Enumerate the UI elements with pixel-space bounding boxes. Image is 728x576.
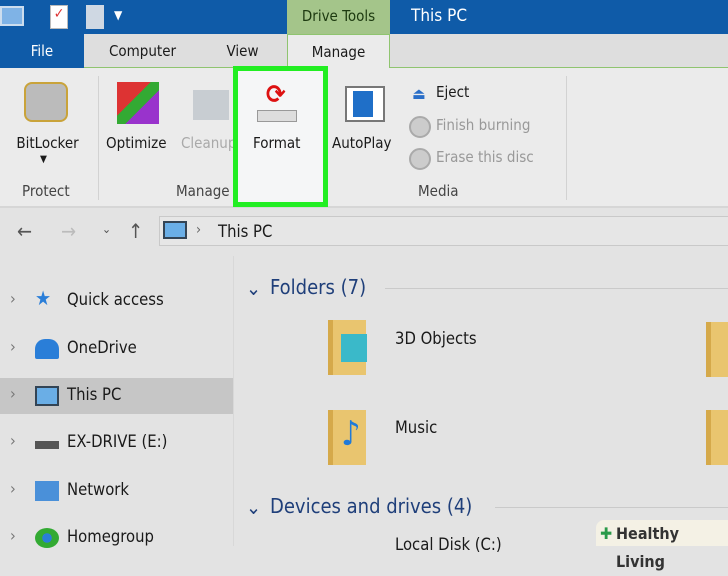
forward-icon[interactable]: →	[61, 219, 76, 243]
bitlocker-icon	[24, 82, 68, 122]
autoplay-icon	[345, 86, 385, 122]
devices-collapse-icon[interactable]: ⌄	[246, 495, 261, 519]
devices-header[interactable]: Devices and drives (4)	[270, 494, 472, 518]
folders-header[interactable]: Folders (7)	[270, 275, 366, 299]
folder-icon	[706, 322, 728, 377]
expand-icon[interactable]: ›	[10, 384, 16, 403]
tab-manage[interactable]: Manage	[287, 34, 390, 69]
expand-icon[interactable]: ›	[10, 479, 16, 498]
this-pc-icon	[35, 386, 59, 406]
eject-icon: ⏏	[412, 84, 426, 103]
eject-button[interactable]: Eject	[436, 83, 469, 101]
cleanup-icon	[193, 90, 229, 120]
group-media: Media	[418, 182, 459, 200]
folder-3d-objects-icon	[328, 320, 367, 375]
drive-local-disk-c[interactable]: Local Disk (C:)	[395, 535, 502, 554]
breadcrumb-this-pc[interactable]: This PC	[218, 222, 272, 241]
group-protect: Protect	[22, 182, 70, 200]
expand-icon[interactable]: ›	[10, 289, 16, 308]
divider	[385, 288, 728, 289]
expand-icon[interactable]: ›	[10, 431, 16, 450]
watermark: ✚ Healthy Living	[596, 520, 728, 571]
drive-tools-label: Drive Tools	[287, 0, 390, 34]
autoplay-button[interactable]: AutoPlay	[332, 134, 391, 152]
format-button[interactable]: Format	[253, 134, 300, 152]
plus-icon: ✚	[600, 524, 613, 543]
breadcrumb-separator-icon: ›	[196, 222, 202, 238]
drive-icon	[35, 441, 59, 449]
back-icon[interactable]: ←	[17, 219, 32, 243]
pane-divider	[233, 256, 234, 546]
erase-disc-button[interactable]: Erase this disc	[436, 148, 534, 166]
cleanup-button[interactable]: Cleanup	[181, 134, 236, 152]
window-title: This PC	[411, 6, 468, 26]
divider	[566, 76, 567, 200]
sidebar-item-homegroup[interactable]: › Homegroup	[0, 520, 233, 556]
erase-disc-icon	[409, 148, 431, 170]
expand-icon[interactable]: ›	[10, 337, 16, 356]
optimize-button[interactable]: Optimize	[106, 134, 167, 152]
computer-icon[interactable]	[0, 6, 24, 26]
tab-computer[interactable]: Computer	[95, 34, 190, 68]
folder-3d-objects[interactable]: 3D Objects	[395, 329, 477, 348]
dropdown-arrow-icon[interactable]: ▼	[40, 154, 47, 165]
sidebar-item-this-pc[interactable]: › This PC	[0, 378, 233, 414]
bitlocker-button[interactable]: BitLocker	[5, 134, 90, 152]
folder-music[interactable]: Music	[395, 418, 437, 437]
onedrive-icon	[35, 339, 59, 359]
folder-music-icon: ♪	[328, 410, 366, 465]
this-pc-icon	[163, 221, 187, 239]
folder-icon	[706, 410, 728, 465]
up-icon[interactable]: ↑	[128, 219, 143, 243]
optimize-icon	[117, 82, 159, 124]
divider	[495, 507, 728, 508]
properties-icon[interactable]: ✓	[50, 5, 68, 29]
expand-icon[interactable]: ›	[10, 526, 16, 545]
new-folder-icon[interactable]	[86, 5, 104, 29]
homegroup-icon	[35, 528, 59, 548]
folders-collapse-icon[interactable]: ⌄	[246, 276, 261, 300]
tab-view[interactable]: View	[210, 34, 275, 68]
sidebar-item-quick-access[interactable]: › ★ Quick access	[0, 283, 233, 319]
finish-burning-button[interactable]: Finish burning	[436, 116, 530, 134]
drive-icon	[257, 110, 297, 122]
sidebar-item-network[interactable]: › Network	[0, 473, 233, 509]
finish-burning-icon	[409, 116, 431, 138]
sidebar-item-onedrive[interactable]: › OneDrive	[0, 331, 233, 367]
tab-file[interactable]: File	[0, 34, 84, 68]
customize-toolbar-icon[interactable]: ▼	[114, 8, 122, 22]
format-refresh-icon: ⟳	[266, 80, 286, 110]
group-manage: Manage	[176, 182, 230, 200]
network-icon	[35, 481, 59, 501]
divider	[98, 76, 99, 200]
star-icon: ★	[35, 286, 52, 310]
recent-locations-icon[interactable]: ⌄	[102, 222, 111, 236]
sidebar-item-ex-drive[interactable]: › EX-DRIVE (E:)	[0, 425, 233, 461]
